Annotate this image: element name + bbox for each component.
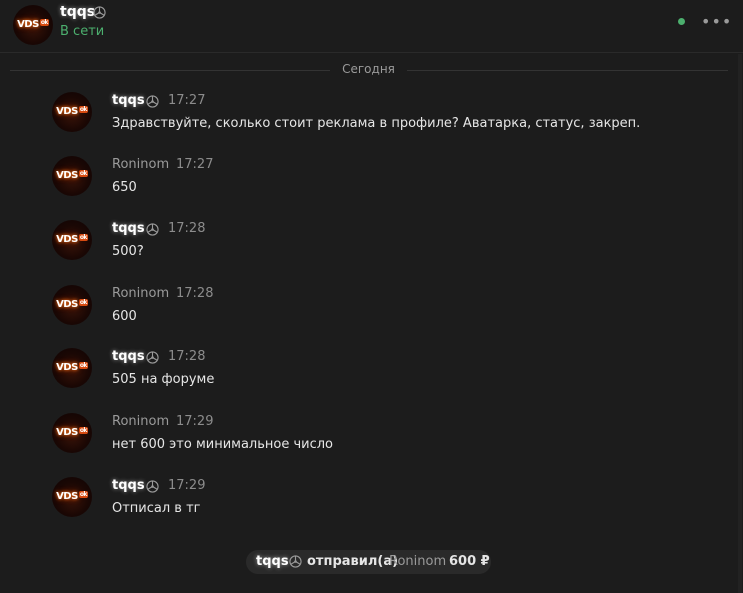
avatar[interactable]: VDS ok [52, 413, 92, 453]
message-time: 17:29 [168, 478, 206, 493]
avatar[interactable]: VDS ok [52, 348, 92, 388]
contact-name[interactable]: tqqs [60, 4, 95, 20]
more-horizontal-icon[interactable]: ••• [701, 13, 731, 31]
message-author[interactable]: tqqs [112, 93, 145, 108]
message-item: VDS ok Roninom 17:28 600 [52, 285, 712, 341]
avatar-logo: VDS ok [56, 426, 88, 438]
message-time: 17:27 [176, 157, 214, 172]
message-author[interactable]: tqqs [112, 221, 145, 236]
transfer-amount: 600 ₽ [449, 554, 490, 569]
message-time: 17:28 [168, 221, 206, 236]
steering-wheel-icon [146, 480, 159, 493]
message-item: VDS ok Roninom 17:29 нет 600 это минимальное… [52, 413, 712, 469]
message-text: Здравствуйте, сколько стоит реклама в пр… [112, 116, 641, 131]
message-time: 17:28 [176, 286, 214, 301]
message-author[interactable]: tqqs [112, 478, 145, 493]
divider-line [407, 70, 728, 71]
message-item: VDS ok tqqs 17:28 500? [52, 220, 712, 276]
avatar[interactable]: VDS ok [52, 156, 92, 196]
message-time: 17:28 [168, 349, 206, 364]
avatar[interactable]: VDS ok [52, 477, 92, 517]
transfer-notice: tqqs отправил(а) Roninom 600 ₽ [246, 550, 491, 574]
steering-wheel-icon [146, 95, 159, 108]
avatar[interactable]: VDS ok [13, 5, 53, 45]
divider-line [10, 70, 330, 71]
transfer-verb: отправил(а) [307, 554, 399, 569]
message-item: VDS ok tqqs 17:27 Здравствуйте, сколько стои… [52, 92, 712, 148]
avatar-logo: VDS ok [56, 490, 88, 502]
avatar-logo: VDS ok [56, 105, 88, 117]
steering-wheel-icon [93, 6, 106, 19]
date-divider: Сегодня [10, 60, 728, 80]
steering-wheel-icon [146, 351, 159, 364]
message-text: 600 [112, 309, 137, 324]
avatar[interactable]: VDS ok [52, 285, 92, 325]
transfer-recipient[interactable]: Roninom [389, 554, 446, 569]
message-text: 505 на форуме [112, 372, 215, 387]
chat-header: VDS ok tqqs В сети ••• [0, 0, 743, 53]
message-text: нет 600 это минимальное число [112, 437, 334, 452]
message-item: VDS ok tqqs 17:28 505 на форуме [52, 348, 712, 404]
message-author[interactable]: tqqs [112, 349, 145, 364]
transfer-sender[interactable]: tqqs [256, 554, 289, 569]
avatar-logo: VDS ok [56, 298, 88, 310]
message-author[interactable]: Roninom [112, 157, 169, 172]
avatar-logo: VDS ok [17, 18, 49, 30]
message-author[interactable]: Roninom [112, 414, 169, 429]
date-label: Сегодня [342, 62, 395, 76]
message-time: 17:29 [176, 414, 214, 429]
avatar-logo: VDS ok [56, 169, 88, 181]
steering-wheel-icon [289, 555, 302, 568]
message-text: Отписал в тг [112, 501, 201, 516]
avatar-logo: VDS ok [56, 233, 88, 245]
message-item: VDS ok tqqs 17:29 Отписал в тг [52, 477, 712, 533]
avatar[interactable]: VDS ok [52, 92, 92, 132]
online-status: В сети [60, 24, 105, 39]
scrollbar[interactable] [738, 54, 742, 593]
online-indicator-icon [678, 18, 685, 25]
message-text: 650 [112, 180, 137, 195]
message-time: 17:27 [168, 93, 206, 108]
message-author[interactable]: Roninom [112, 286, 169, 301]
message-text: 500? [112, 244, 144, 259]
steering-wheel-icon [146, 223, 159, 236]
message-item: VDS ok Roninom 17:27 650 [52, 156, 712, 212]
avatar[interactable]: VDS ok [52, 220, 92, 260]
avatar-logo: VDS ok [56, 361, 88, 373]
